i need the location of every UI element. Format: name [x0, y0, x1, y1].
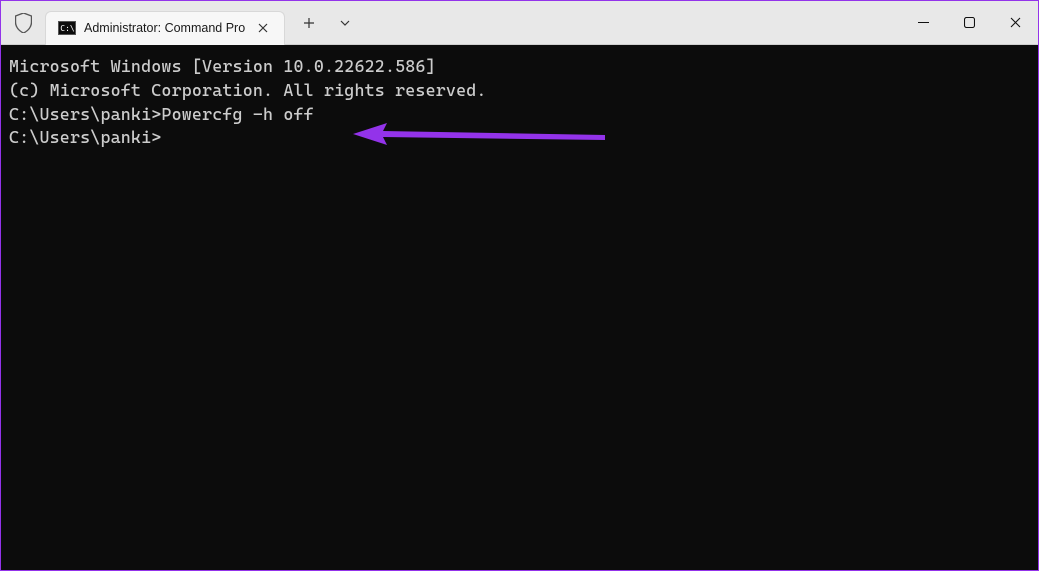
prompt-path: C:\Users\panki>	[9, 104, 161, 124]
tab-close-button[interactable]	[254, 19, 272, 37]
prompt-path: C:\Users\panki>	[9, 127, 161, 147]
cmd-icon: C:\	[58, 21, 76, 35]
tab-title: Administrator: Command Pro	[84, 21, 246, 35]
terminal-line: Microsoft Windows [Version 10.0.22622.58…	[9, 55, 1030, 79]
terminal-line: (c) Microsoft Corporation. All rights re…	[9, 79, 1030, 103]
terminal-body[interactable]: Microsoft Windows [Version 10.0.22622.58…	[1, 45, 1038, 570]
new-tab-button[interactable]	[293, 7, 325, 39]
tab-dropdown-button[interactable]	[329, 7, 361, 39]
shield-icon	[13, 13, 33, 33]
tab-actions	[285, 7, 361, 39]
minimize-button[interactable]	[900, 1, 946, 44]
terminal-line: C:\Users\panki>Powercfg -h off	[9, 103, 1030, 127]
maximize-button[interactable]	[946, 1, 992, 44]
window-titlebar: C:\ Administrator: Command Pro	[1, 1, 1038, 45]
tab-command-prompt[interactable]: C:\ Administrator: Command Pro	[45, 11, 285, 45]
close-button[interactable]	[992, 1, 1038, 44]
window-controls	[900, 1, 1038, 44]
prompt-command: Powercfg -h off	[161, 104, 313, 124]
terminal-line: C:\Users\panki>	[9, 126, 1030, 150]
